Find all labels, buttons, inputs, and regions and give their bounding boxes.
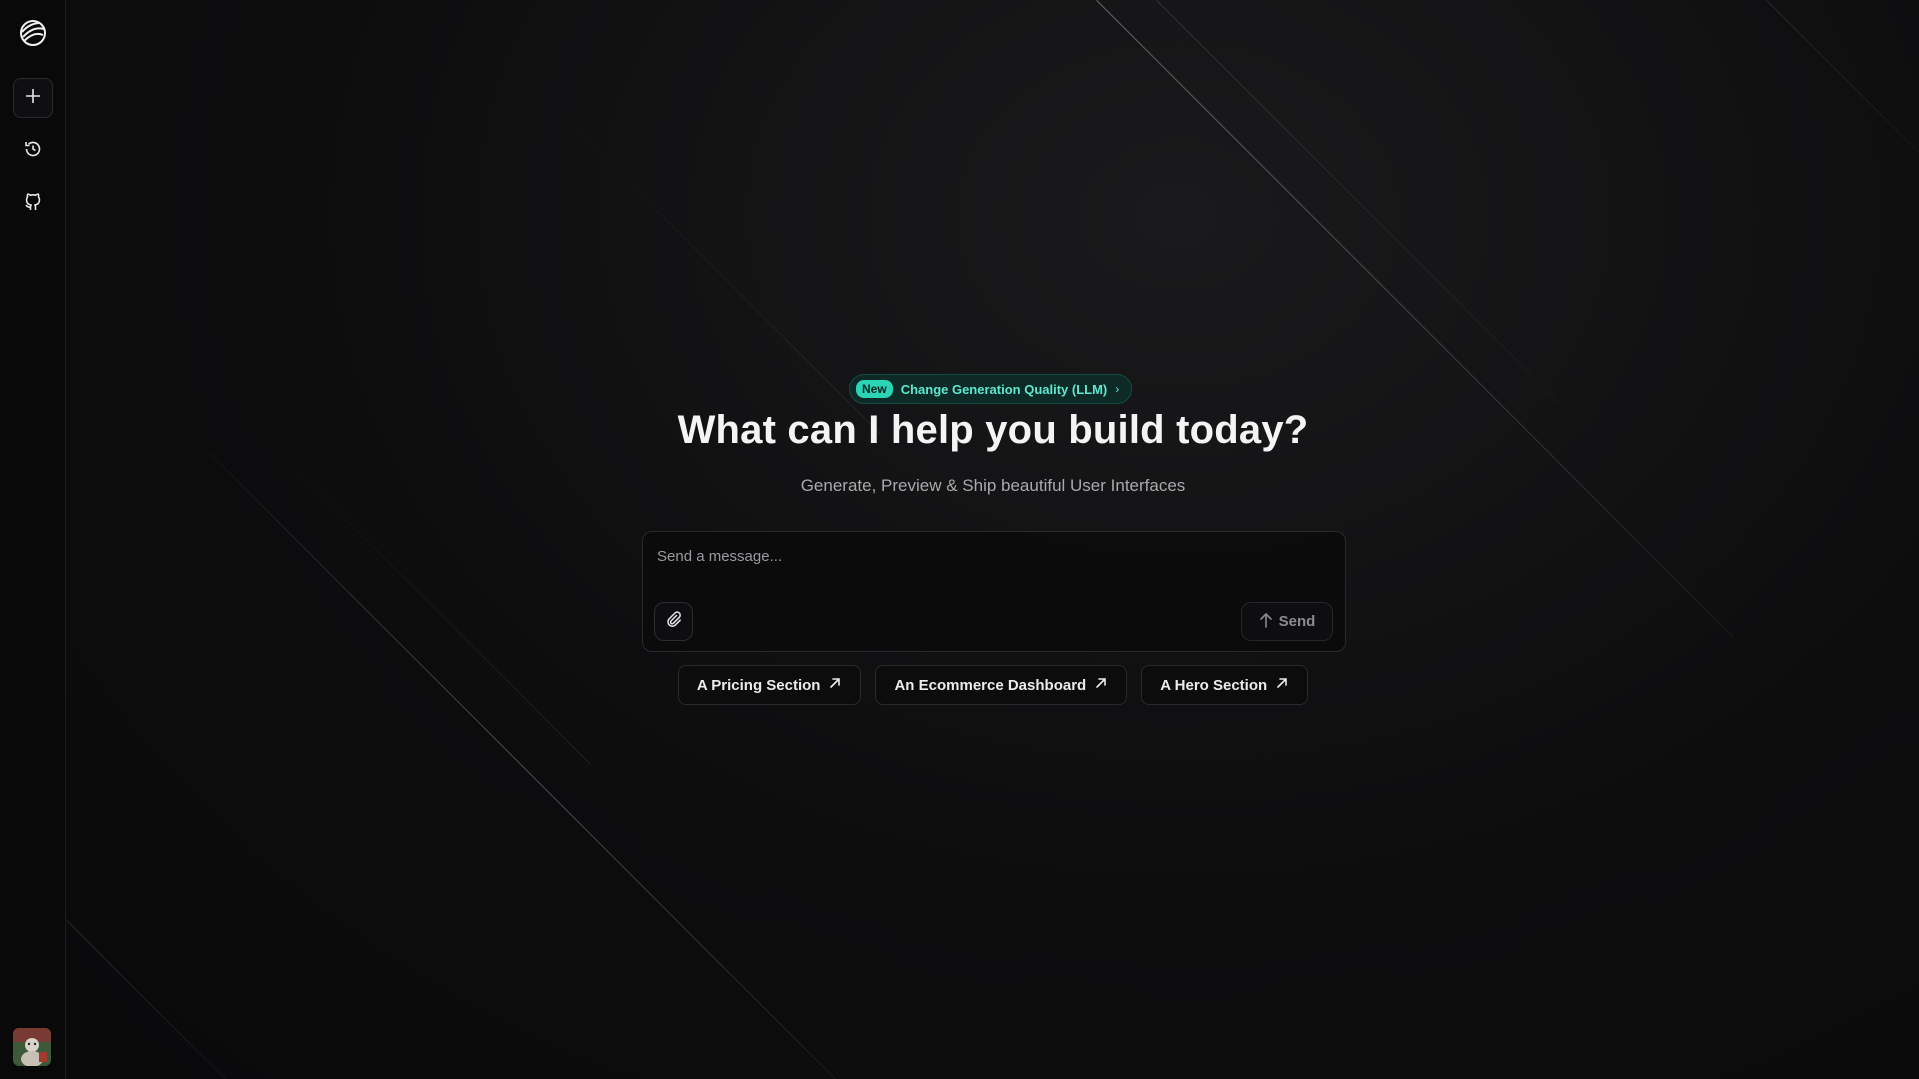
github-button[interactable] <box>13 184 53 224</box>
page-title: What can I help you build today? <box>677 408 1309 452</box>
page-subtitle: Generate, Preview & Ship beautiful User … <box>800 476 1186 495</box>
globe-logo-icon[interactable] <box>18 18 48 48</box>
history-icon <box>23 139 43 164</box>
suggestion-chip[interactable]: A Hero Section <box>1141 665 1309 705</box>
message-composer: Send <box>642 531 1346 652</box>
chevron-right-icon: › <box>1115 382 1120 396</box>
suggestion-chip[interactable]: An Ecommerce Dashboard <box>875 665 1128 705</box>
paperclip-icon <box>665 610 683 633</box>
arrow-up-right-icon <box>1275 676 1289 694</box>
suggestion-chip[interactable]: A Pricing Section <box>677 665 862 705</box>
arrow-up-right-icon <box>1094 676 1108 694</box>
new-tag: New <box>856 380 893 398</box>
attach-button[interactable] <box>654 602 693 641</box>
github-icon <box>23 192 43 217</box>
suggestion-list: A Pricing Section An Ecommerce Dashboard… <box>67 665 1919 705</box>
sidebar <box>0 0 66 1079</box>
user-avatar[interactable] <box>13 1028 51 1066</box>
plus-icon <box>24 87 42 110</box>
send-button[interactable]: Send <box>1241 602 1333 641</box>
suggestion-label: A Hero Section <box>1160 676 1268 694</box>
history-button[interactable] <box>13 131 53 171</box>
message-input[interactable] <box>655 544 1315 568</box>
suggestion-label: A Pricing Section <box>696 676 821 694</box>
announcement-text: Change Generation Quality (LLM) <box>900 381 1108 397</box>
suggestion-label: An Ecommerce Dashboard <box>894 676 1087 694</box>
announcement-badge[interactable]: New Change Generation Quality (LLM) › <box>849 374 1133 404</box>
send-label: Send <box>1278 613 1316 630</box>
arrow-up-right-icon <box>828 676 842 694</box>
new-chat-button[interactable] <box>13 78 53 118</box>
arrow-up-icon <box>1259 612 1273 632</box>
main-area: New Change Generation Quality (LLM) › Wh… <box>67 0 1919 1079</box>
